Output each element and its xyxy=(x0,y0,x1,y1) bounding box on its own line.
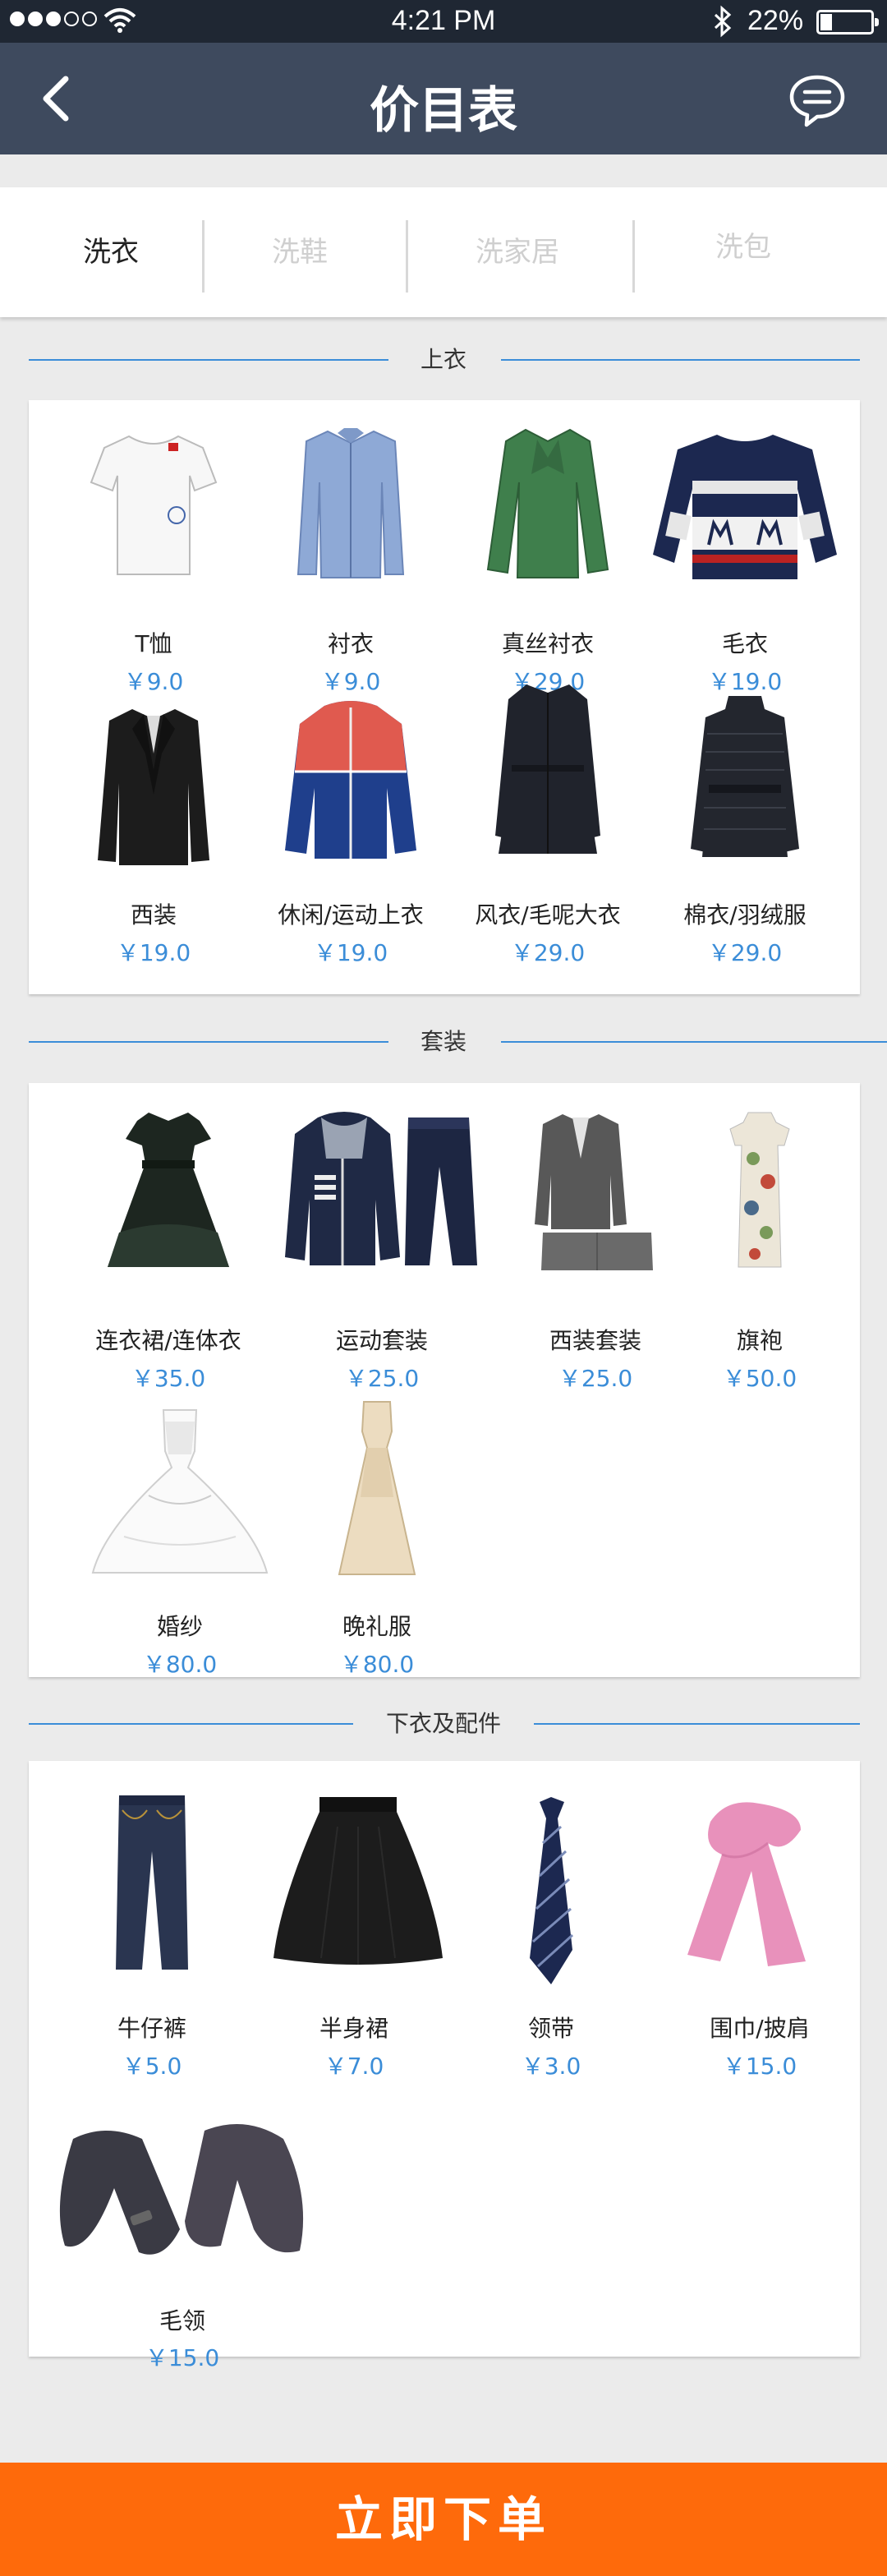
suit-jacket-image xyxy=(98,709,209,865)
jeans-image xyxy=(116,1795,188,1970)
item-price: ￥3.0 xyxy=(521,2053,581,2080)
tracksuit-image xyxy=(285,1112,477,1265)
section-title: 下衣及配件 xyxy=(385,1710,501,1737)
item-price: ￥15.0 xyxy=(145,2344,220,2371)
nav-bar: 价目表 xyxy=(0,43,887,154)
item-price: ￥29.0 xyxy=(510,939,586,966)
message-icon[interactable] xyxy=(788,72,846,130)
section-title: 上衣 xyxy=(420,346,466,373)
item-name: 领带 xyxy=(527,2015,574,2042)
sets-card: 连衣裙/连体衣 ￥35.0 运动套装 ￥25.0 西装套装 ￥25.0 旗袍 ￥… xyxy=(29,1083,860,1678)
section-header-bottoms: 下衣及配件 xyxy=(0,1707,887,1740)
sport-jacket-image xyxy=(285,701,416,859)
category-tabs: 洗衣 洗鞋 洗家居 洗包 xyxy=(0,187,887,317)
item-name: 婚纱 xyxy=(156,1613,203,1640)
item-price: ￥9.0 xyxy=(320,668,381,695)
section-title: 套装 xyxy=(420,1028,466,1055)
item-name: 衬衣 xyxy=(327,630,374,657)
tab-divider xyxy=(406,220,408,293)
sweater-image xyxy=(653,435,837,579)
item-price: ￥80.0 xyxy=(339,1651,415,1678)
section-header-sets: 套装 xyxy=(0,1025,887,1058)
item-name: 休闲/运动上衣 xyxy=(278,901,424,929)
item-name: 围巾/披肩 xyxy=(710,2015,810,2042)
item-name: 牛仔裤 xyxy=(117,2015,186,2042)
shirt-image xyxy=(296,428,405,578)
tab-divider xyxy=(202,220,205,293)
item-name: 晚礼服 xyxy=(342,1613,411,1640)
item-name: 旗袍 xyxy=(736,1327,783,1354)
tab-wash-shoes[interactable]: 洗鞋 xyxy=(222,187,378,317)
item-price: ￥35.0 xyxy=(131,1365,206,1392)
business-suit-image xyxy=(535,1114,653,1270)
wedding-dress-image xyxy=(91,1409,269,1574)
scarf-image xyxy=(687,1802,806,1966)
order-now-button[interactable]: 立即下单 xyxy=(0,2463,887,2576)
item-name: T恤 xyxy=(135,630,172,657)
bottoms-card: 牛仔裤 ￥5.0 半身裙 ￥7.0 领带 ￥3.0 围巾/披肩 ￥15.0 毛领… xyxy=(29,1761,860,2371)
tshirt-image xyxy=(90,435,218,575)
skirt-image xyxy=(273,1797,443,1965)
item-price: ￥50.0 xyxy=(722,1365,797,1392)
trench-coat-image xyxy=(495,684,600,854)
item-name: 棉衣/羽绒服 xyxy=(683,901,807,929)
dress-image xyxy=(108,1113,229,1267)
item-price: ￥9.0 xyxy=(123,668,184,695)
bluetooth-icon xyxy=(714,5,732,38)
battery-icon xyxy=(816,10,879,35)
battery-percent: 22% xyxy=(747,5,804,36)
tab-wash-bags[interactable]: 洗包 xyxy=(665,182,821,312)
item-price: ￥19.0 xyxy=(313,939,388,966)
silk-shirt-image xyxy=(486,428,609,578)
tab-wash-clothes[interactable]: 洗衣 xyxy=(33,187,189,317)
tab-wash-home[interactable]: 洗家居 xyxy=(427,187,608,317)
item-price: ￥29.0 xyxy=(707,939,783,966)
item-name: 风衣/毛呢大衣 xyxy=(475,901,621,929)
section-header-tops: 上衣 xyxy=(0,343,887,376)
page-title: 价目表 xyxy=(370,82,517,140)
fur-collar-image xyxy=(59,2124,304,2255)
tab-divider xyxy=(632,220,635,293)
item-price: ￥5.0 xyxy=(122,2053,182,2080)
item-price: ￥25.0 xyxy=(344,1365,420,1392)
item-price: ￥19.0 xyxy=(116,939,191,966)
tops-card: T恤 ￥9.0 衬衣 ￥9.0 真丝衬衣 ￥29.0 毛衣 ￥19.0 西装 ￥… xyxy=(29,400,860,994)
status-bar: 4:21 PM 22% xyxy=(0,0,887,43)
item-price: ￥19.0 xyxy=(707,668,783,695)
down-coat-image xyxy=(691,696,799,857)
item-name: 毛领 xyxy=(159,2307,205,2334)
item-name: 半身裙 xyxy=(319,2015,388,2042)
item-price: ￥80.0 xyxy=(142,1651,218,1678)
evening-gown-image xyxy=(338,1401,416,1575)
tie-image xyxy=(530,1797,574,1984)
item-name: 西装 xyxy=(130,901,177,929)
item-price: ￥7.0 xyxy=(324,2053,384,2080)
item-price: ￥15.0 xyxy=(722,2053,797,2080)
item-name: 连衣裙/连体衣 xyxy=(95,1327,241,1354)
item-name: 毛衣 xyxy=(721,630,768,657)
item-name: 运动套装 xyxy=(335,1327,428,1354)
qipao-image xyxy=(729,1112,790,1268)
item-name: 真丝衬衣 xyxy=(501,630,594,657)
